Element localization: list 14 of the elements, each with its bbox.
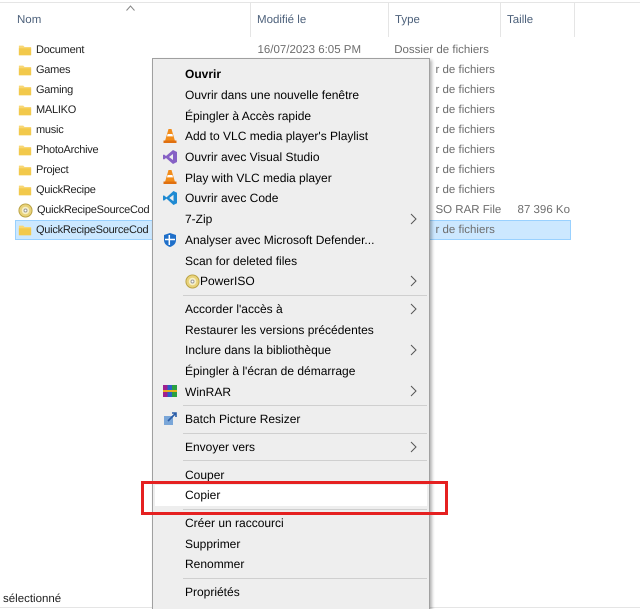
file-type: r de fichiers xyxy=(436,124,495,136)
file-type: r de fichiers xyxy=(436,104,495,116)
file-type: r de fichiers xyxy=(436,84,495,96)
file-type: Dossier de fichiers xyxy=(394,44,489,56)
file-size: 87 396 Ko xyxy=(518,204,570,216)
file-type: r de fichiers xyxy=(436,184,495,196)
default-label: Ouvrir xyxy=(185,67,222,82)
status-text: sélectionné xyxy=(3,593,62,605)
file-type: r de fichiers xyxy=(436,144,495,156)
file-type: SO RAR File xyxy=(436,204,502,216)
file-type: r de fichiers xyxy=(436,64,495,76)
file-type: r de fichiers xyxy=(436,164,495,176)
file-type: r de fichiers xyxy=(436,224,495,236)
modified-date: 16/07/2023 6:05 PM xyxy=(257,44,362,56)
